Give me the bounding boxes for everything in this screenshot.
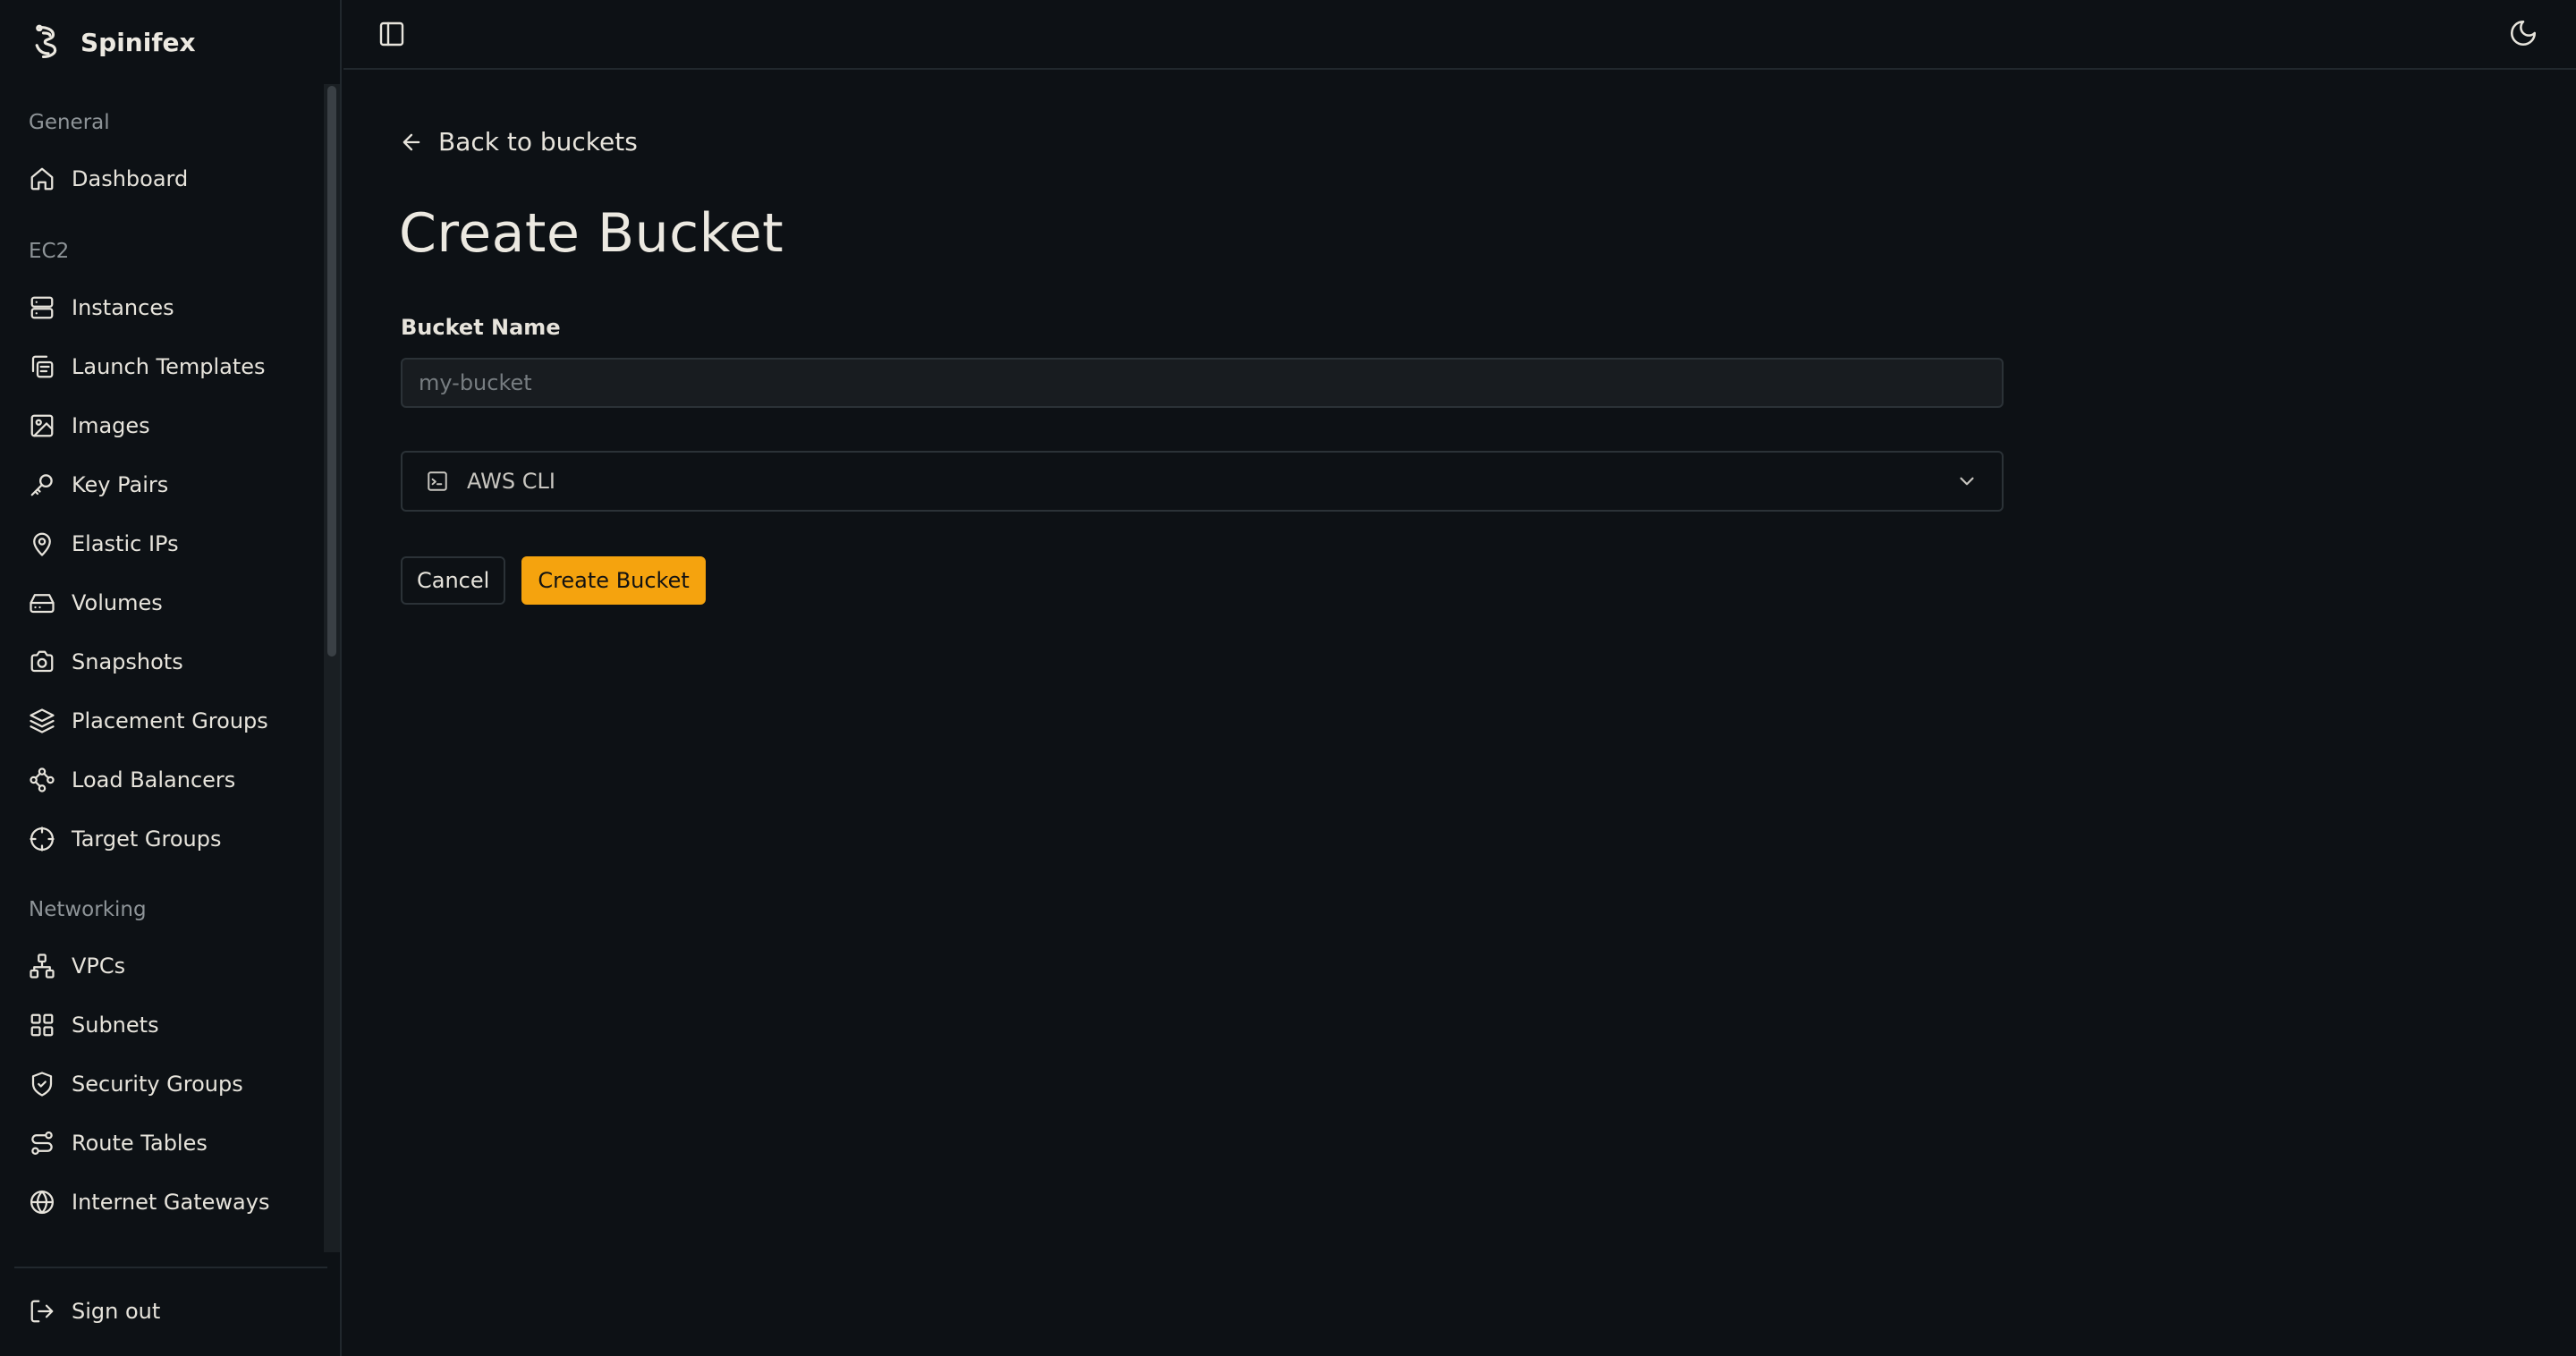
aws-cli-label: AWS CLI <box>467 469 555 494</box>
create-bucket-button[interactable]: Create Bucket <box>521 556 706 605</box>
sidebar-nav: General Dashboard EC2 Instances Launch T… <box>0 89 322 1252</box>
sidebar-item-security-groups[interactable]: Security Groups <box>14 1059 315 1109</box>
bucket-name-label: Bucket Name <box>401 315 561 340</box>
section-label-ec2: EC2 <box>29 240 70 263</box>
theme-toggle-button[interactable] <box>2508 18 2542 52</box>
crosshair-icon <box>29 826 55 852</box>
sign-out-label: Sign out <box>72 1299 161 1324</box>
sign-out-button[interactable]: Sign out <box>14 1286 315 1336</box>
server-icon <box>29 294 55 321</box>
sidebar-item-label: Volumes <box>72 590 163 615</box>
arrow-left-icon <box>399 130 424 155</box>
brand[interactable]: Spinifex <box>29 18 196 66</box>
network-icon <box>29 953 55 979</box>
sidebar-item-label: Snapshots <box>72 649 183 674</box>
sidebar-item-label: Dashboard <box>72 166 189 191</box>
sidebar-panel-icon <box>377 20 410 48</box>
back-link-label: Back to buckets <box>438 127 638 157</box>
sidebar-item-dashboard[interactable]: Dashboard <box>14 154 315 204</box>
sidebar-item-elastic-ips[interactable]: Elastic IPs <box>14 519 315 569</box>
sidebar-item-snapshots[interactable]: Snapshots <box>14 637 315 687</box>
sidebar-scrollbar-thumb[interactable] <box>327 86 336 657</box>
sidebar: Spinifex General Dashboard EC2 Instances… <box>0 0 342 1356</box>
cancel-button[interactable]: Cancel <box>401 556 506 605</box>
bucket-name-input[interactable] <box>401 358 2004 408</box>
section-label-general: General <box>29 111 110 134</box>
log-out-icon <box>29 1298 55 1325</box>
brand-name: Spinifex <box>80 27 196 57</box>
page-title: Create Bucket <box>399 202 784 265</box>
sidebar-item-label: Target Groups <box>72 826 222 852</box>
sidebar-item-label: Subnets <box>72 1013 159 1038</box>
sidebar-item-label: VPCs <box>72 953 126 979</box>
sidebar-item-label: Elastic IPs <box>72 531 179 556</box>
camera-icon <box>29 648 55 675</box>
sidebar-item-internet-gateways[interactable]: Internet Gateways <box>14 1177 315 1227</box>
globe-icon <box>29 1189 55 1216</box>
sidebar-item-volumes[interactable]: Volumes <box>14 578 315 628</box>
sidebar-item-key-pairs[interactable]: Key Pairs <box>14 460 315 510</box>
sidebar-item-subnets[interactable]: Subnets <box>14 1000 315 1050</box>
sidebar-item-route-tables[interactable]: Route Tables <box>14 1118 315 1168</box>
key-icon <box>29 471 55 498</box>
section-label-networking: Networking <box>29 898 147 921</box>
home-icon <box>29 165 55 192</box>
grid-icon <box>29 1012 55 1038</box>
top-bar <box>343 0 2576 70</box>
sidebar-toggle-button[interactable] <box>377 20 410 52</box>
sidebar-item-label: Placement Groups <box>72 708 268 733</box>
image-icon <box>29 412 55 439</box>
aws-cli-disclosure[interactable]: AWS CLI <box>401 451 2004 512</box>
sidebar-item-target-groups[interactable]: Target Groups <box>14 814 315 864</box>
sidebar-item-launch-templates[interactable]: Launch Templates <box>14 342 315 392</box>
sidebar-item-label: Images <box>72 413 150 438</box>
route-icon <box>29 1130 55 1157</box>
shield-check-icon <box>29 1071 55 1098</box>
sidebar-divider <box>14 1267 327 1268</box>
chevron-down-icon <box>1955 470 1979 493</box>
waypoints-icon <box>29 767 55 793</box>
map-pin-icon <box>29 530 55 557</box>
copy-icon <box>29 353 55 380</box>
moon-icon <box>2508 18 2542 48</box>
sidebar-item-load-balancers[interactable]: Load Balancers <box>14 755 315 805</box>
hard-drive-icon <box>29 589 55 616</box>
sidebar-item-label: Security Groups <box>72 1072 243 1097</box>
spinifex-logo-icon <box>29 22 68 62</box>
main-content: Back to buckets Create Bucket Bucket Nam… <box>343 72 2576 1356</box>
terminal-icon <box>426 470 449 493</box>
sidebar-item-label: Instances <box>72 295 174 320</box>
sidebar-item-label: Key Pairs <box>72 472 169 497</box>
sidebar-item-label: Launch Templates <box>72 354 266 379</box>
layers-icon <box>29 708 55 734</box>
sidebar-item-label: Internet Gateways <box>72 1190 270 1215</box>
sidebar-item-instances[interactable]: Instances <box>14 283 315 333</box>
back-to-buckets-link[interactable]: Back to buckets <box>399 127 638 157</box>
sidebar-item-label: Route Tables <box>72 1131 208 1156</box>
sidebar-item-vpcs[interactable]: VPCs <box>14 941 315 991</box>
sidebar-item-placement-groups[interactable]: Placement Groups <box>14 696 315 746</box>
sidebar-item-label: Load Balancers <box>72 767 236 792</box>
sidebar-item-images[interactable]: Images <box>14 401 315 451</box>
form-actions: Cancel Create Bucket <box>401 556 706 605</box>
